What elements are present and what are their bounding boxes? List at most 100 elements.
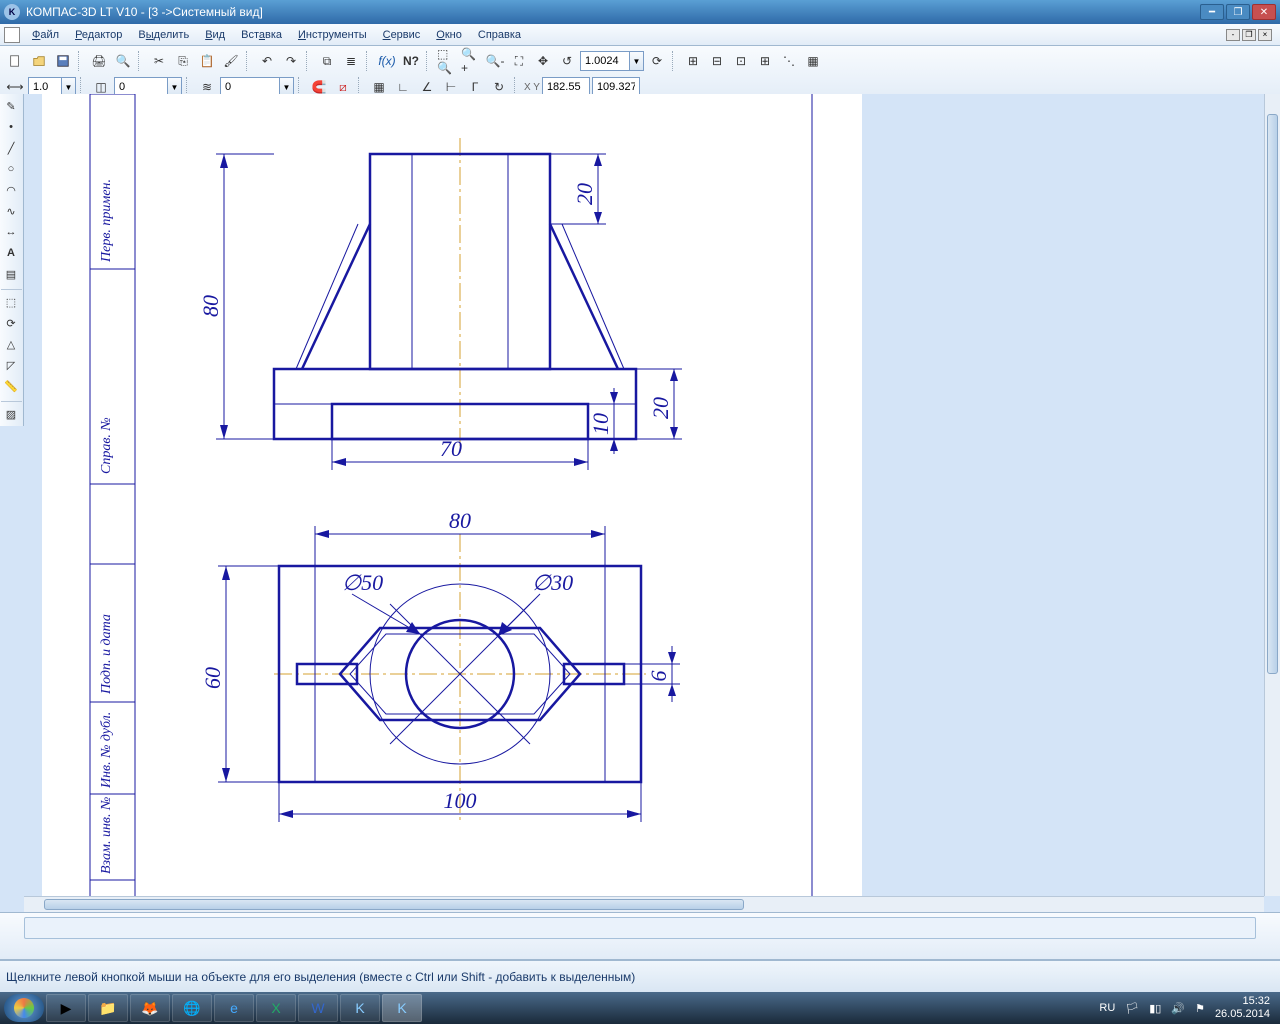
library-button[interactable]: ≣: [340, 50, 362, 72]
tray-time: 15:32: [1215, 995, 1270, 1008]
dimension-tool[interactable]: ↔: [1, 222, 21, 242]
zoom-fit-button[interactable]: ⛶: [508, 50, 530, 72]
taskbar-firefox[interactable]: 🦊: [130, 994, 170, 1022]
vscroll-thumb[interactable]: [1267, 114, 1278, 674]
view-manager-button[interactable]: ⊡: [730, 50, 752, 72]
new-button[interactable]: [4, 50, 26, 72]
menu-service[interactable]: Сервис: [377, 27, 427, 43]
maximize-button[interactable]: ❐: [1226, 4, 1250, 20]
view-layers-button[interactable]: ⊟: [706, 50, 728, 72]
hscroll-thumb[interactable]: [44, 899, 744, 910]
scale-tool[interactable]: ◸: [1, 355, 21, 375]
zoom-in-button[interactable]: 🔍+: [460, 50, 482, 72]
zoom-prev-button[interactable]: ↺: [556, 50, 578, 72]
tray-lang[interactable]: RU: [1099, 1002, 1115, 1014]
print-button[interactable]: 🖨: [88, 50, 110, 72]
mdi-restore[interactable]: ❐: [1242, 29, 1256, 41]
horizontal-scrollbar[interactable]: [24, 896, 1264, 912]
border-podp: Подп. и дата: [99, 614, 114, 695]
line-tool[interactable]: ╱: [1, 138, 21, 158]
taskbar-word[interactable]: W: [298, 994, 338, 1022]
menu-insert[interactable]: Вставка: [235, 27, 288, 43]
refresh-button[interactable]: ⟳: [646, 50, 668, 72]
zoom-out-button[interactable]: 🔍-: [484, 50, 506, 72]
svg-text:80: 80: [449, 508, 471, 533]
view-snap-button[interactable]: ⋱: [778, 50, 800, 72]
open-button[interactable]: [28, 50, 50, 72]
menu-tools[interactable]: Инструменты: [292, 27, 373, 43]
cut-button[interactable]: ✂: [148, 50, 170, 72]
hatch-tool[interactable]: ▨: [1, 404, 21, 424]
drawing-sheet: Перв. примен. Справ. № Подп. и дата Инв.…: [42, 94, 862, 912]
drawing-canvas[interactable]: Перв. примен. Справ. № Подп. и дата Инв.…: [24, 94, 1280, 912]
svg-text:20: 20: [572, 183, 597, 205]
menu-window[interactable]: Окно: [430, 27, 468, 43]
point-tool[interactable]: •: [1, 117, 21, 137]
view-states-button[interactable]: ⊞: [682, 50, 704, 72]
menu-view[interactable]: Вид: [199, 27, 231, 43]
format-painter-button[interactable]: 🖌: [220, 50, 242, 72]
arc-tool[interactable]: ◠: [1, 180, 21, 200]
border-vzam: Взам. инв. №: [99, 797, 114, 874]
taskbar-chrome[interactable]: 🌐: [172, 994, 212, 1022]
measure-tool[interactable]: 📏: [1, 376, 21, 396]
mdi-controls: - ❐ ×: [1226, 29, 1272, 41]
menu-help[interactable]: Справка: [472, 27, 527, 43]
save-button[interactable]: [52, 50, 74, 72]
menu-select[interactable]: Выделить: [132, 27, 195, 43]
taskbar-excel[interactable]: X: [256, 994, 296, 1022]
paste-button[interactable]: 📋: [196, 50, 218, 72]
tray-flag-icon[interactable]: 🏳: [1125, 1002, 1139, 1015]
vertical-scrollbar[interactable]: [1264, 94, 1280, 896]
zoom-pan-button[interactable]: ✥: [532, 50, 554, 72]
taskbar-explorer[interactable]: 📁: [88, 994, 128, 1022]
svg-text:∅50: ∅50: [342, 570, 383, 595]
help-cursor-button[interactable]: N?: [400, 50, 422, 72]
redo-button[interactable]: ↷: [280, 50, 302, 72]
tray-clock[interactable]: 15:32 26.05.2014: [1215, 995, 1270, 1021]
tray-volume-icon[interactable]: 🔊: [1171, 1002, 1185, 1015]
mdi-close[interactable]: ×: [1258, 29, 1272, 41]
property-input[interactable]: [24, 917, 1256, 939]
taskbar-ie[interactable]: e: [214, 994, 254, 1022]
tray-security-icon[interactable]: ⚑: [1195, 1002, 1205, 1015]
svg-text:∅30: ∅30: [532, 570, 573, 595]
taskbar-mediaplayer[interactable]: ▶: [46, 994, 86, 1022]
mirror-tool[interactable]: △: [1, 334, 21, 354]
zoom-value[interactable]: 1.0024: [580, 51, 630, 71]
zoom-combo[interactable]: 1.0024 ▼: [580, 51, 644, 71]
mdi-minimize[interactable]: -: [1226, 29, 1240, 41]
menu-bar: Файл Редактор Выделить Вид Вставка Инстр…: [0, 24, 1280, 46]
zoom-dropdown[interactable]: ▼: [630, 51, 644, 71]
minimize-button[interactable]: ━: [1200, 4, 1224, 20]
zoom-window-button[interactable]: ⬚🔍: [436, 50, 458, 72]
property-panel: [0, 912, 1280, 960]
view-grid-button[interactable]: ⊞: [754, 50, 776, 72]
status-hint: Щелкните левой кнопкой мыши на объекте д…: [6, 970, 635, 984]
svg-text:10: 10: [588, 413, 613, 435]
taskbar-kompas[interactable]: K: [340, 994, 380, 1022]
menu-file[interactable]: Файл: [26, 27, 65, 43]
border-perv: Перв. примен.: [99, 179, 114, 263]
rotate-tool[interactable]: ⟳: [1, 313, 21, 333]
variable-button[interactable]: f(x): [376, 50, 398, 72]
copy-button[interactable]: ⎘: [172, 50, 194, 72]
spline-tool[interactable]: ∿: [1, 201, 21, 221]
circle-tool[interactable]: ○: [1, 159, 21, 179]
table-tool[interactable]: ▤: [1, 264, 21, 284]
properties-button[interactable]: ⧉: [316, 50, 338, 72]
geometry-tool[interactable]: ✎: [1, 96, 21, 116]
tray-network-icon[interactable]: ▮▯: [1149, 1002, 1161, 1015]
edit-tool[interactable]: ⬚: [1, 292, 21, 312]
start-button[interactable]: [4, 994, 44, 1022]
menu-editor[interactable]: Редактор: [69, 27, 128, 43]
system-tray: RU 🏳 ▮▯ 🔊 ⚑ 15:32 26.05.2014: [1099, 995, 1276, 1021]
text-tool[interactable]: A: [1, 243, 21, 263]
left-toolbox: ✎ • ╱ ○ ◠ ∿ ↔ A ▤ ⬚ ⟳ △ ◸ 📏 ▨: [0, 94, 24, 426]
undo-button[interactable]: ↶: [256, 50, 278, 72]
close-button[interactable]: ✕: [1252, 4, 1276, 20]
view-end-button[interactable]: ▦: [802, 50, 824, 72]
taskbar-kompas-active[interactable]: K: [382, 994, 422, 1022]
svg-text:6: 6: [646, 671, 671, 682]
preview-button[interactable]: 🔍: [112, 50, 134, 72]
